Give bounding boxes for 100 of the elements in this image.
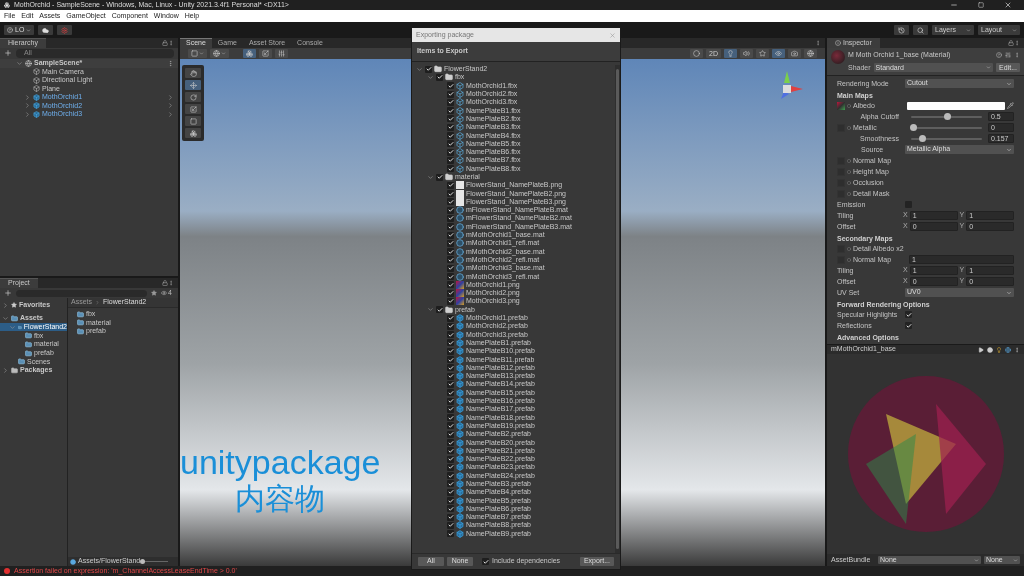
checkbox[interactable] — [447, 82, 454, 90]
toggle-checkbox[interactable] — [905, 311, 912, 318]
lighting-toggle[interactable] — [724, 49, 737, 58]
tool-button[interactable] — [185, 104, 201, 114]
slider-track[interactable] — [913, 126, 982, 129]
slider-thumb[interactable] — [919, 134, 927, 142]
more-icon[interactable] — [815, 40, 821, 46]
checkbox[interactable] — [447, 372, 454, 380]
snap-button[interactable] — [259, 49, 272, 58]
play-icon[interactable] — [978, 346, 984, 353]
checkbox[interactable] — [447, 439, 454, 446]
tool-button[interactable] — [185, 128, 201, 138]
checkbox[interactable] — [447, 480, 454, 488]
checkbox[interactable] — [447, 123, 454, 131]
checkbox[interactable] — [447, 347, 454, 355]
checkbox[interactable] — [447, 472, 454, 480]
more-icon[interactable] — [1014, 346, 1020, 353]
checkbox[interactable] — [447, 356, 454, 364]
checkbox[interactable] — [447, 488, 454, 496]
search-button[interactable] — [913, 25, 928, 35]
lock-icon[interactable] — [1008, 40, 1014, 46]
checkbox[interactable] — [447, 314, 454, 322]
checkbox[interactable] — [447, 422, 454, 430]
audio-toggle[interactable] — [740, 49, 753, 58]
checkbox[interactable] — [447, 505, 454, 513]
checkbox[interactable] — [447, 322, 454, 330]
visibility-toggle[interactable] — [772, 49, 785, 58]
checkbox[interactable] — [447, 430, 454, 438]
checkbox[interactable] — [447, 215, 454, 222]
checkbox[interactable] — [447, 231, 454, 239]
checkbox[interactable] — [447, 248, 454, 256]
grid-button[interactable] — [243, 49, 256, 58]
more-icon[interactable] — [168, 280, 174, 286]
checkbox[interactable] — [447, 264, 454, 272]
search-field[interactable] — [16, 289, 148, 297]
checkbox[interactable] — [447, 397, 454, 405]
checkbox[interactable] — [447, 148, 454, 156]
checkbox[interactable] — [447, 98, 454, 106]
history-button[interactable] — [894, 25, 909, 35]
lock-icon[interactable] — [162, 280, 168, 286]
lock-icon[interactable] — [162, 40, 168, 46]
checkbox[interactable] — [447, 223, 454, 231]
cloud-button[interactable] — [38, 25, 54, 35]
checkbox[interactable] — [447, 256, 454, 264]
slider-thumb[interactable] — [943, 112, 951, 120]
slider-thumb[interactable] — [910, 123, 917, 131]
texture-thumbnail[interactable] — [837, 101, 845, 110]
camera-button[interactable] — [788, 49, 801, 58]
more-icon[interactable] — [168, 40, 174, 46]
checkbox[interactable] — [447, 447, 454, 455]
add-icon[interactable] — [4, 289, 12, 297]
slider-track[interactable] — [911, 115, 982, 118]
checkbox[interactable] — [447, 297, 454, 305]
checkbox[interactable] — [447, 190, 454, 198]
slider-track[interactable] — [911, 137, 982, 140]
checkbox[interactable] — [436, 306, 443, 314]
globe-icon[interactable] — [1005, 346, 1011, 353]
checkbox[interactable] — [447, 239, 454, 247]
checkbox[interactable] — [447, 463, 454, 471]
checkbox[interactable] — [447, 107, 454, 115]
minimize-icon[interactable] — [950, 1, 958, 9]
increment-button[interactable] — [275, 49, 288, 58]
checkbox[interactable] — [447, 132, 454, 139]
checkbox[interactable] — [447, 521, 454, 529]
maximize-icon[interactable] — [978, 2, 984, 8]
checkbox[interactable] — [447, 90, 454, 98]
checkbox[interactable] — [447, 389, 454, 397]
checkbox[interactable] — [447, 140, 454, 148]
checkbox[interactable] — [447, 281, 454, 289]
checkbox[interactable] — [447, 165, 454, 173]
checkbox[interactable] — [447, 497, 454, 505]
checkbox[interactable] — [447, 414, 454, 422]
checkbox[interactable] — [447, 339, 454, 347]
checkbox[interactable] — [447, 289, 454, 297]
checkbox[interactable] — [447, 181, 454, 189]
tool-button[interactable] — [185, 68, 201, 78]
checkbox[interactable] — [447, 380, 454, 388]
checkbox[interactable] — [436, 73, 443, 81]
checkbox[interactable] — [447, 156, 454, 164]
checkbox[interactable] — [447, 364, 454, 372]
checkbox[interactable] — [447, 405, 454, 413]
add-icon[interactable] — [4, 49, 12, 57]
checkbox[interactable] — [436, 173, 443, 181]
sphere-icon[interactable] — [987, 346, 993, 353]
gizmo-button[interactable] — [690, 49, 704, 58]
checkbox[interactable] — [447, 273, 454, 281]
zoom-slider-thumb[interactable] — [140, 559, 146, 564]
gizmos-button[interactable] — [804, 49, 817, 58]
effects-button[interactable] — [756, 49, 769, 58]
checkbox[interactable] — [447, 530, 454, 538]
checkbox[interactable] — [447, 115, 454, 123]
tool-button[interactable] — [185, 92, 201, 102]
scrollbar[interactable] — [615, 65, 620, 553]
checkbox[interactable] — [447, 455, 454, 463]
render-mode-button[interactable] — [210, 49, 229, 58]
toggle-checkbox[interactable] — [905, 322, 912, 329]
star-icon[interactable] — [151, 290, 158, 296]
checkbox[interactable] — [425, 65, 432, 73]
checkbox[interactable] — [447, 198, 454, 206]
help-icon[interactable] — [996, 52, 1002, 59]
